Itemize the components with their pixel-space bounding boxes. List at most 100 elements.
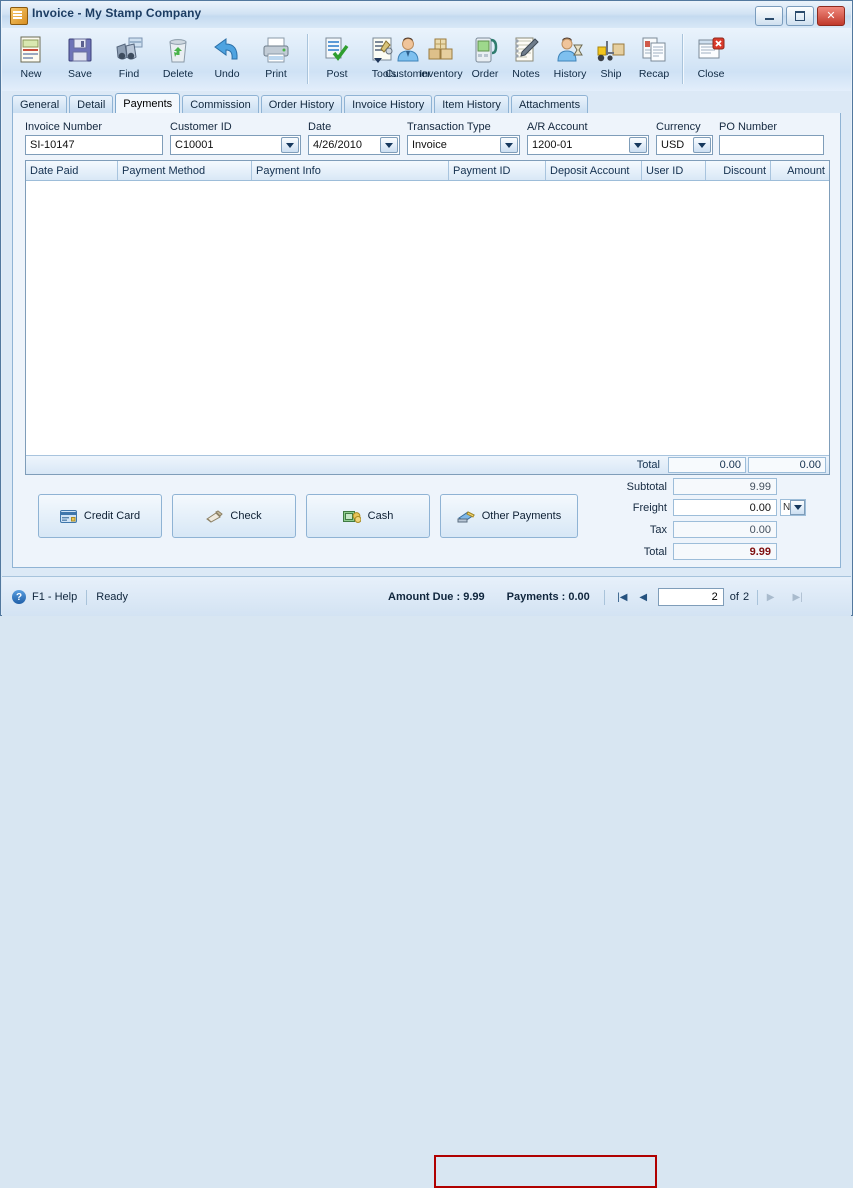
toolbar-button-print[interactable]: Print — [253, 30, 299, 88]
grid-column-payment-info[interactable]: Payment Info — [252, 161, 449, 180]
grid-body[interactable] — [26, 181, 829, 457]
chevron-down-icon[interactable] — [629, 137, 647, 153]
check-button[interactable]: Check — [172, 494, 296, 538]
tab-general[interactable]: General — [12, 95, 68, 114]
toolbar-button-find[interactable]: Find — [106, 30, 152, 88]
close-icon: ✕ — [826, 9, 836, 22]
main-toolbar: New Save Find Delete Undo Print Post Too… — [2, 28, 851, 92]
toolbar-button-notes[interactable]: Notes — [505, 30, 547, 88]
toolbar-button-recap[interactable]: Recap — [631, 30, 677, 88]
tab-commission[interactable]: Commission — [182, 95, 259, 114]
date-picker[interactable]: 4/26/2010 — [308, 135, 400, 155]
po-number-input[interactable] — [719, 135, 824, 155]
toolbar-label: Undo — [214, 68, 240, 80]
toolbar-label: Post — [326, 68, 348, 80]
previous-record-button[interactable]: ◀ — [635, 589, 652, 606]
field-label: Currency — [656, 121, 701, 133]
next-record-button[interactable]: ▶ — [762, 589, 779, 606]
freight-value[interactable]: 0.00 — [673, 499, 777, 516]
grid-total-row: Total 0.00 0.00 — [26, 455, 829, 474]
toolbar-button-history[interactable]: History — [547, 30, 593, 88]
tab-label: General — [20, 99, 60, 111]
chevron-down-icon[interactable] — [500, 137, 518, 153]
tab-detail[interactable]: Detail — [69, 95, 114, 114]
cash-label: Cash — [367, 510, 394, 522]
toolbar-button-post[interactable]: Post — [314, 30, 360, 88]
chevron-down-icon[interactable] — [693, 137, 711, 153]
record-number-input[interactable]: 2 — [657, 588, 724, 606]
currency-combo[interactable]: USD — [656, 135, 713, 155]
tab-order-history[interactable]: Order History — [260, 95, 343, 114]
grid-column-user-id[interactable]: User ID — [642, 161, 706, 180]
toolbar-label: Recap — [638, 68, 670, 80]
tools-dropdown-arrow-icon[interactable] — [374, 58, 382, 63]
inventory-boxes-icon — [426, 33, 456, 67]
totals-total-row: Total 9.99 — [623, 543, 777, 560]
tab-label: Order History — [268, 99, 335, 111]
help-icon[interactable]: ? — [12, 590, 26, 604]
total-value: 9.99 — [673, 543, 777, 560]
cash-button[interactable]: Cash — [306, 494, 430, 538]
invoice-number-input[interactable]: SI-10147 — [25, 135, 163, 155]
ar-account-combo[interactable]: 1200-01 — [527, 135, 649, 155]
grid-column-deposit-account[interactable]: Deposit Account — [546, 161, 642, 180]
post-checkmark-icon — [322, 33, 352, 67]
tab-label: Item History — [442, 99, 501, 111]
credit-card-icon — [59, 509, 77, 523]
tab-invoice-history[interactable]: Invoice History — [344, 95, 433, 114]
field-customer-id: Customer ID C10001 — [170, 121, 301, 155]
grid-column-payment-method[interactable]: Payment Method — [118, 161, 252, 180]
record-of-label: of — [729, 591, 739, 603]
maximize-button[interactable] — [786, 6, 814, 26]
binoculars-icon — [113, 33, 145, 67]
last-record-button[interactable]: ▶| — [789, 589, 806, 606]
tab-label: Invoice History — [352, 99, 425, 111]
toolbar-button-delete[interactable]: Delete — [155, 30, 201, 88]
notepad-pencil-icon — [511, 33, 541, 67]
other-payments-icon — [457, 510, 475, 523]
close-window-button[interactable]: ✕ — [817, 6, 845, 26]
tab-item-history[interactable]: Item History — [434, 95, 509, 114]
grid-column-amount[interactable]: Amount — [771, 161, 829, 180]
status-separator — [86, 589, 88, 605]
minimize-button[interactable] — [755, 6, 783, 26]
tab-label: Attachments — [518, 99, 581, 111]
transaction-type-combo[interactable]: Invoice — [407, 135, 520, 155]
toolbar-button-inventory[interactable]: Inventory — [417, 30, 465, 88]
tab-attachments[interactable]: Attachments — [510, 95, 589, 114]
check-icon — [206, 509, 224, 523]
tab-payments[interactable]: Payments — [115, 93, 181, 114]
field-invoice-number: Invoice Number SI-10147 — [25, 121, 163, 155]
totals-tax-row: Tax 0.00 — [623, 521, 777, 538]
toolbar-button-save[interactable]: Save — [57, 30, 103, 88]
other-payments-button[interactable]: Other Payments — [440, 494, 578, 538]
first-record-button[interactable]: |◀ — [614, 589, 631, 606]
chevron-down-icon[interactable] — [790, 500, 805, 515]
field-po-number: PO Number — [719, 121, 824, 155]
credit-card-button[interactable]: Credit Card — [38, 494, 162, 538]
tab-label: Commission — [190, 99, 251, 111]
payments-label: Payments : 0.00 — [506, 591, 590, 603]
totals-freight-row: Freight 0.00 N — [623, 499, 806, 516]
toolbar-button-undo[interactable]: Undo — [204, 30, 250, 88]
chevron-down-icon[interactable] — [380, 137, 398, 153]
customer-id-combo[interactable]: C10001 — [170, 135, 301, 155]
total-label: Total — [643, 545, 667, 558]
toolbar-button-new[interactable]: New — [8, 30, 54, 88]
help-label[interactable]: F1 - Help — [32, 591, 77, 603]
toolbar-label: Find — [118, 68, 140, 80]
toolbar-label: New — [20, 68, 42, 80]
grid-column-payment-id[interactable]: Payment ID — [449, 161, 546, 180]
freight-label: Freight — [632, 501, 667, 514]
order-device-icon — [471, 33, 499, 67]
grid-total-discount: 0.00 — [668, 457, 746, 473]
toolbar-button-ship[interactable]: Ship — [591, 30, 631, 88]
maximize-icon — [795, 11, 805, 21]
freight-tax-combo[interactable]: N — [780, 499, 806, 516]
chevron-down-icon[interactable] — [281, 137, 299, 153]
toolbar-button-close[interactable]: Close — [690, 30, 732, 88]
toolbar-button-order[interactable]: Order — [465, 30, 505, 88]
grid-total-amount: 0.00 — [748, 457, 826, 473]
grid-column-discount[interactable]: Discount — [706, 161, 771, 180]
grid-column-date-paid[interactable]: Date Paid — [26, 161, 118, 180]
